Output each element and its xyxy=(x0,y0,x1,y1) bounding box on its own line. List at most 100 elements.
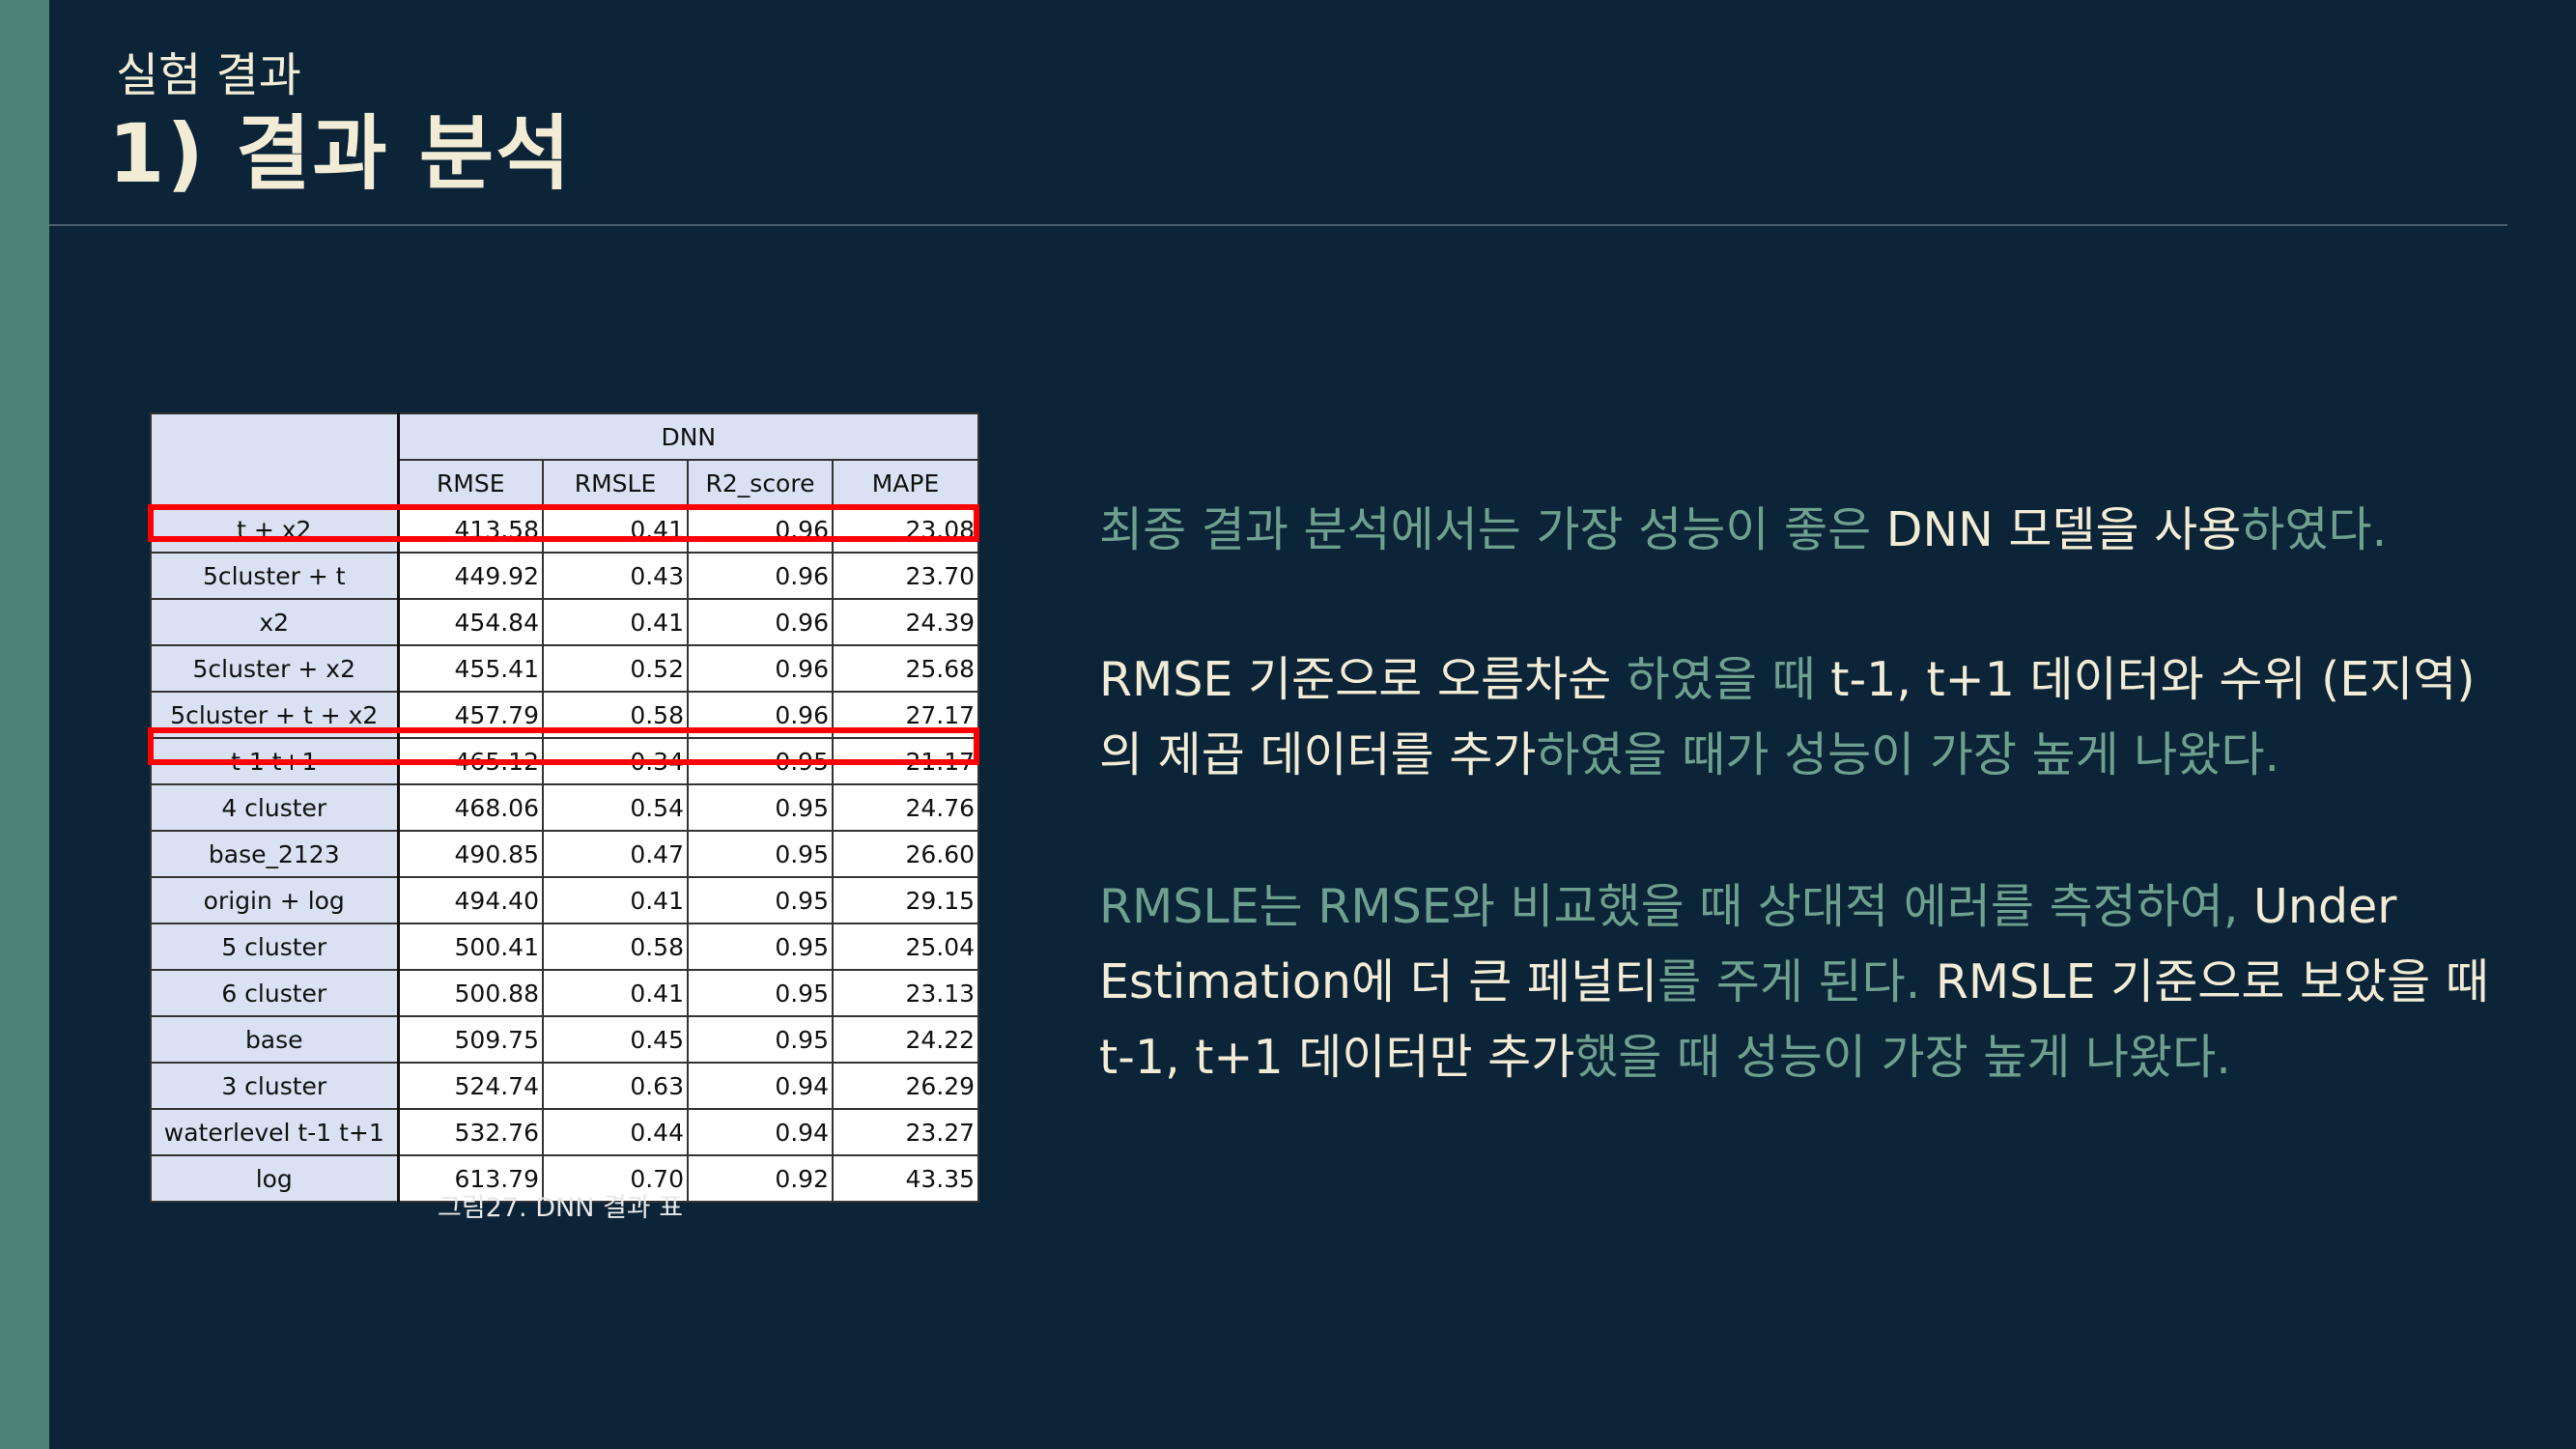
rmse-value: 490.85 xyxy=(396,830,544,878)
r2-score-value: 0.95 xyxy=(687,1015,834,1064)
row-label: waterlevel t-1 t+1 xyxy=(150,1108,399,1156)
table-body: t + x2 413.58 0.41 0.96 23.08 5cluster + t 449… xyxy=(150,505,980,1203)
mape-value: 23.13 xyxy=(831,969,980,1017)
table-row: 5cluster + t 449.92 0.43 0.96 23.70 xyxy=(150,552,980,600)
row-label: 5 cluster xyxy=(150,923,399,971)
paragraph-emphasis: RMSE 기준으로 오름차순 xyxy=(1099,652,1627,707)
rmse-value: 509.75 xyxy=(396,1015,544,1064)
paragraph-emphasis: DNN 모델을 사용 xyxy=(1885,502,2242,557)
r2-score-value: 0.95 xyxy=(687,876,834,924)
mape-value: 23.27 xyxy=(831,1108,980,1156)
rmsle-value: 0.44 xyxy=(542,1108,689,1156)
paragraph-text: 하였을 때가 성능이 가장 높게 나왔다. xyxy=(1536,727,2280,782)
paragraph-rmse-result: RMSE 기준으로 오름차순 하였을 때 t-1, t+1 데이터와 수위 (E… xyxy=(1099,642,2529,793)
table-row: 6 cluster 500.88 0.41 0.95 23.13 xyxy=(150,969,980,1017)
r2-score-value: 0.94 xyxy=(687,1062,834,1110)
rmse-value: 500.41 xyxy=(396,923,544,971)
table-row: base_2123 490.85 0.47 0.95 26.60 xyxy=(150,830,980,878)
row-label: log xyxy=(150,1154,399,1203)
column-header-rmse: RMSE xyxy=(396,459,544,507)
rmsle-value: 0.54 xyxy=(542,783,689,832)
r2-score-value: 0.95 xyxy=(687,830,834,878)
paragraph-emphasis: t-1, t+1 데이터만 추가 xyxy=(1099,1030,1575,1085)
table-row: origin + log 494.40 0.41 0.95 29.15 xyxy=(150,876,980,924)
rmsle-value: 0.41 xyxy=(542,598,689,646)
dnn-group-header: DNN xyxy=(396,412,980,461)
column-header-rmsle: RMSLE xyxy=(542,459,689,507)
paragraph-text: 최종 결과 분석에서는 가장 성능이 좋은 xyxy=(1099,502,1886,557)
rmsle-value: 0.45 xyxy=(542,1015,689,1064)
r2-score-value: 0.96 xyxy=(687,644,834,693)
mape-value: 23.70 xyxy=(831,552,980,600)
paragraph-emphasis: 의 제곱 데이터를 추가 xyxy=(1099,727,1537,782)
rmse-value: 455.41 xyxy=(396,644,544,693)
r2-score-value: 0.94 xyxy=(687,1108,834,1156)
table-row: 3 cluster 524.74 0.63 0.94 26.29 xyxy=(150,1062,980,1110)
table-row: base 509.75 0.45 0.95 24.22 xyxy=(150,1015,980,1064)
rmsle-value: 0.43 xyxy=(542,552,689,600)
table-row: 5cluster + x2 455.41 0.52 0.96 25.68 xyxy=(150,644,980,693)
mape-value: 43.35 xyxy=(831,1154,980,1203)
row-label: 6 cluster xyxy=(150,969,399,1017)
table-row: 4 cluster 468.06 0.54 0.95 24.76 xyxy=(150,783,980,832)
row-label: 5cluster + x2 xyxy=(150,644,399,693)
table-caption: 그림27. DNN 결과 표 xyxy=(438,1193,684,1223)
title-divider xyxy=(49,224,2507,226)
paragraph-emphasis: Estimation에 더 큰 페널티 xyxy=(1099,954,1658,1009)
paragraph-text: RMSLE는 RMSE와 비교했을 때 상대적 에러를 측정하여, xyxy=(1099,879,2254,934)
row-label: 5cluster + t xyxy=(150,552,399,600)
rmsle-value: 0.47 xyxy=(542,830,689,878)
paragraph-text: 를 주게 된다. xyxy=(1657,954,1936,1009)
table-row: x2 454.84 0.41 0.96 24.39 xyxy=(150,598,980,646)
paragraph-emphasis: Under xyxy=(2253,879,2397,934)
rmsle-value: 0.52 xyxy=(542,644,689,693)
r2-score-value: 0.95 xyxy=(687,783,834,832)
r2-score-value: 0.92 xyxy=(687,1154,834,1203)
paragraph-text: 했을 때 성능이 가장 높게 나왔다. xyxy=(1574,1030,2231,1085)
page-title: 1) 결과 분석 xyxy=(108,106,573,201)
r2-score-value: 0.95 xyxy=(687,969,834,1017)
rmse-value: 494.40 xyxy=(396,876,544,924)
table-column-header-row: RMSE RMSLE R2_score MAPE xyxy=(150,459,980,507)
highlight-box-t-x2 xyxy=(148,504,979,542)
rmsle-value: 0.41 xyxy=(542,876,689,924)
r2-score-value: 0.96 xyxy=(687,598,834,646)
row-label: base xyxy=(150,1015,399,1064)
mape-value: 25.04 xyxy=(831,923,980,971)
rmsle-value: 0.41 xyxy=(542,969,689,1017)
column-header-r2-score: R2_score xyxy=(687,459,834,507)
table-corner-cell xyxy=(150,460,399,507)
row-label: x2 xyxy=(150,598,399,646)
mape-value: 25.68 xyxy=(831,644,980,693)
rmse-value: 468.06 xyxy=(396,783,544,832)
rmse-value: 454.84 xyxy=(396,598,544,646)
row-label: base_2123 xyxy=(150,830,399,878)
table-group-header-row: DNN xyxy=(150,412,980,461)
table-corner-cell xyxy=(150,412,399,460)
mape-value: 29.15 xyxy=(831,876,980,924)
mape-value: 24.22 xyxy=(831,1015,980,1064)
mape-value: 26.60 xyxy=(831,830,980,878)
paragraph-emphasis: t-1, t+1 데이터와 수위 (E지역) xyxy=(1830,652,2476,707)
row-label: origin + log xyxy=(150,876,399,924)
mape-value: 26.29 xyxy=(831,1062,980,1110)
rmse-value: 524.74 xyxy=(396,1062,544,1110)
mape-value: 24.39 xyxy=(831,598,980,646)
paragraph-rmsle-result: RMSLE는 RMSE와 비교했을 때 상대적 에러를 측정하여, Under … xyxy=(1099,869,2529,1095)
rmse-value: 449.92 xyxy=(396,552,544,600)
rmsle-value: 0.63 xyxy=(542,1062,689,1110)
table-row: waterlevel t-1 t+1 532.76 0.44 0.94 23.27 xyxy=(150,1108,980,1156)
row-label: 3 cluster xyxy=(150,1062,399,1110)
rmse-value: 532.76 xyxy=(396,1108,544,1156)
paragraph-text: 하였을 때 xyxy=(1626,652,1831,707)
side-accent-bar xyxy=(0,0,49,1449)
column-header-mape: MAPE xyxy=(831,459,980,507)
rmsle-value: 0.58 xyxy=(542,923,689,971)
paragraph-best-model: 최종 결과 분석에서는 가장 성능이 좋은 DNN 모델을 사용하였다. xyxy=(1099,493,2529,568)
paragraph-emphasis: RMSLE 기준으로 보았을 때 xyxy=(1935,954,2489,1009)
row-label: 4 cluster xyxy=(150,783,399,832)
rmse-value: 500.88 xyxy=(396,969,544,1017)
table-row: 5 cluster 500.41 0.58 0.95 25.04 xyxy=(150,923,980,971)
highlight-box-t-1-t-1 xyxy=(148,727,979,765)
paragraph-text: 하였다. xyxy=(2241,502,2388,557)
